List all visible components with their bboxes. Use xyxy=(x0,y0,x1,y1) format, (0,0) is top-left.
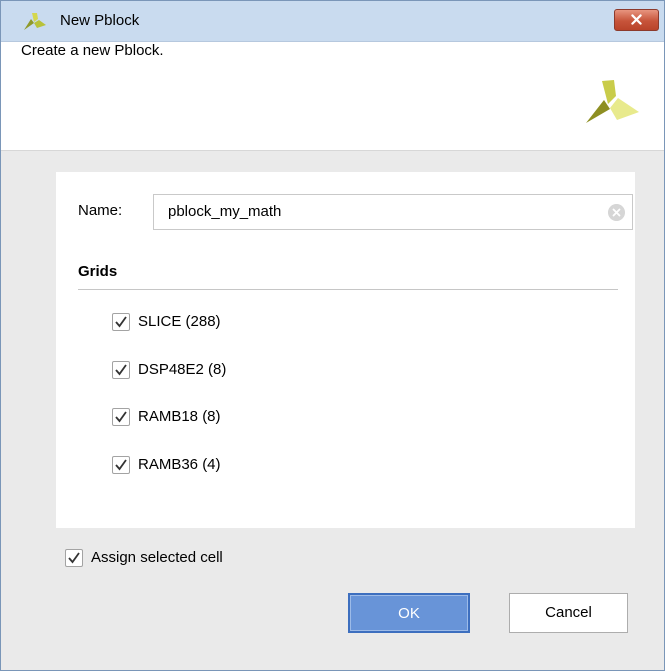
check-icon xyxy=(68,552,80,564)
close-icon xyxy=(631,14,642,25)
cancel-button[interactable]: Cancel xyxy=(509,593,628,633)
grids-heading: Grids xyxy=(78,263,118,280)
name-input-value[interactable]: pblock_my_math xyxy=(168,203,281,220)
check-icon xyxy=(115,459,127,471)
grid-label-ramb36: RAMB36 (4) xyxy=(138,456,221,473)
title-bar[interactable]: New Pblock xyxy=(1,1,664,42)
assign-selected-cell-label: Assign selected cell xyxy=(91,549,223,566)
grids-divider xyxy=(78,289,618,290)
window-title: New Pblock xyxy=(60,12,140,29)
name-label: Name: xyxy=(78,202,123,219)
check-icon xyxy=(115,364,127,376)
header-description: Create a new Pblock. xyxy=(21,42,164,59)
new-pblock-dialog: New Pblock Create a new Pblock. Name: pb… xyxy=(0,0,665,671)
grid-label-slice: SLICE (288) xyxy=(138,313,221,330)
grid-label-ramb18: RAMB18 (8) xyxy=(138,408,221,425)
checkbox[interactable] xyxy=(112,408,130,426)
name-input[interactable]: pblock_my_math xyxy=(153,194,633,230)
close-button[interactable] xyxy=(614,9,659,31)
vivado-logo-icon xyxy=(24,13,46,30)
check-icon xyxy=(115,316,127,328)
ok-button[interactable]: OK xyxy=(348,593,470,633)
check-icon xyxy=(115,411,127,423)
checkbox[interactable] xyxy=(65,549,83,567)
checkbox[interactable] xyxy=(112,361,130,379)
clear-icon[interactable] xyxy=(608,204,625,221)
vivado-logo-icon xyxy=(586,80,639,123)
grid-label-dsp48e2: DSP48E2 (8) xyxy=(138,361,227,378)
checkbox[interactable] xyxy=(112,313,130,331)
checkbox[interactable] xyxy=(112,456,130,474)
